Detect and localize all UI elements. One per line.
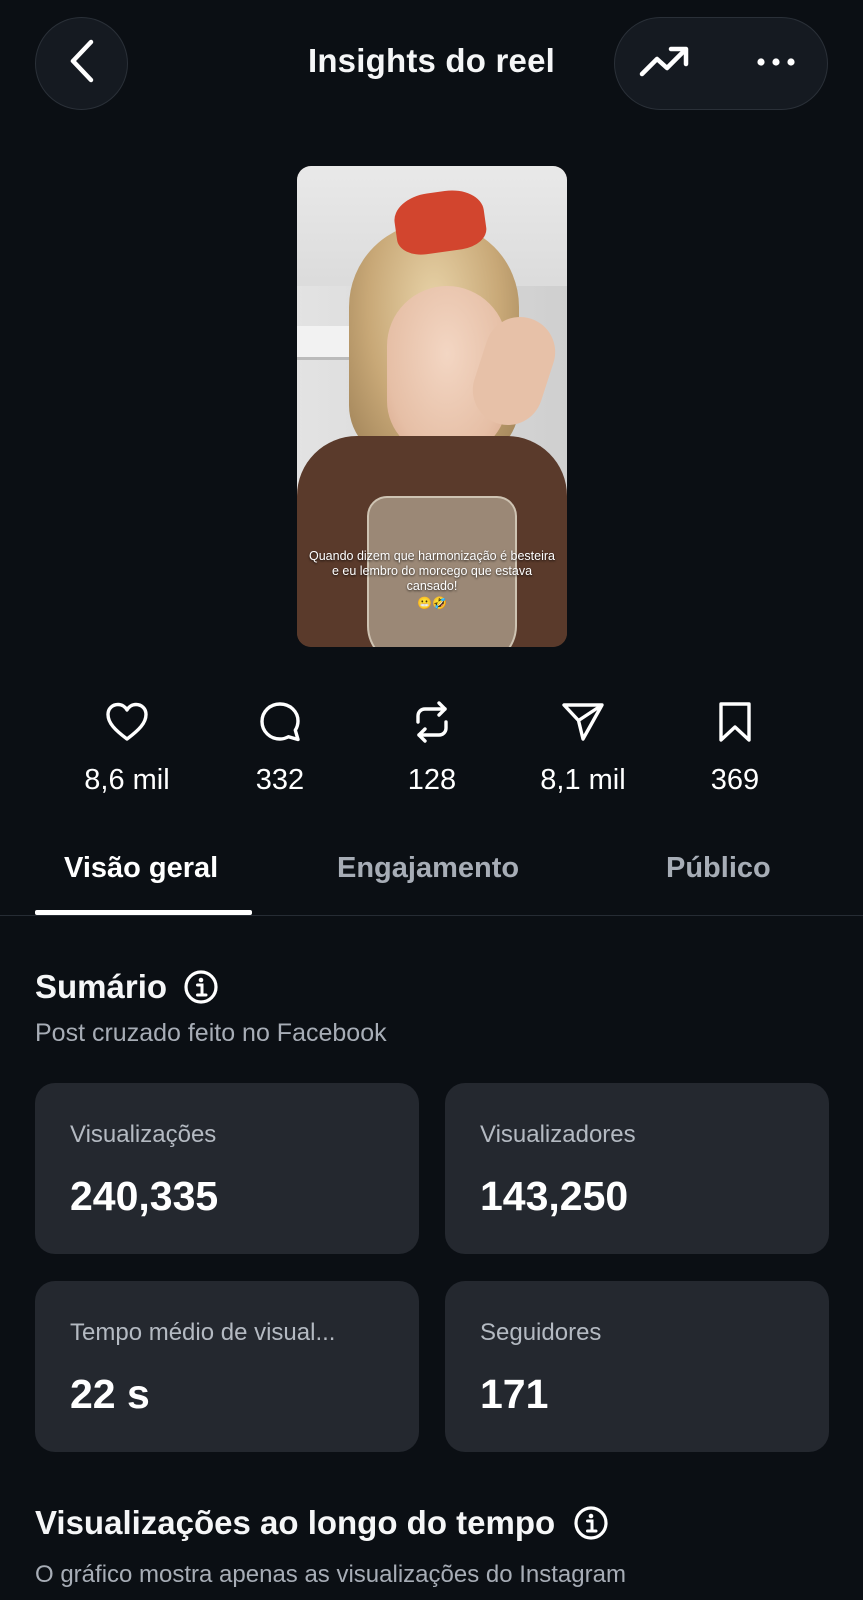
- summary-heading: Sumário: [35, 968, 219, 1006]
- tab-overview[interactable]: Visão geral: [64, 852, 218, 885]
- metric-card-followers[interactable]: Seguidores 171: [445, 1281, 829, 1452]
- stat-likes[interactable]: 8,6 mil: [52, 700, 202, 797]
- metric-label: Tempo médio de visual...: [70, 1319, 336, 1346]
- bookmark-icon: [717, 701, 753, 748]
- header-actions: [614, 17, 828, 110]
- summary-title: Sumário: [35, 968, 168, 1005]
- thumbnail-caption: Quando dizem que harmonização é besteira…: [309, 549, 555, 593]
- trending-up-icon: [639, 44, 689, 83]
- info-icon[interactable]: [183, 969, 219, 1005]
- header: Insights do reel: [0, 0, 863, 130]
- insights-tabs: Visão geral Engajamento Público: [0, 840, 863, 916]
- send-icon: [561, 701, 605, 748]
- comments-count: 332: [255, 764, 305, 796]
- tab-audience[interactable]: Público: [666, 852, 771, 885]
- trending-button[interactable]: [639, 40, 689, 86]
- reel-insights-screen: Insights do reel Quando dizem que harmon…: [0, 0, 863, 1600]
- stats-row: 8,6 mil 332 128 8,1 mil 369: [0, 700, 863, 810]
- metric-label: Seguidores: [480, 1319, 602, 1346]
- heart-icon: [105, 702, 149, 747]
- metric-card-views[interactable]: Visualizações 240,335: [35, 1083, 419, 1254]
- views-over-time-heading: Visualizações ao longo do tempo: [35, 1504, 609, 1542]
- reel-thumbnail[interactable]: Quando dizem que harmonização é besteira…: [297, 166, 567, 647]
- info-icon[interactable]: [573, 1505, 609, 1541]
- thumbnail-emojis: 😬🤣: [417, 596, 447, 610]
- metric-value: 143,250: [480, 1173, 629, 1219]
- metric-value: 22 s: [70, 1371, 150, 1417]
- stat-shares[interactable]: 8,1 mil: [508, 700, 658, 797]
- stat-saves[interactable]: 369: [660, 700, 810, 797]
- more-horizontal-icon: [756, 54, 796, 72]
- metric-card-avg-watch-time[interactable]: Tempo médio de visual... 22 s: [35, 1281, 419, 1452]
- views-over-time-title: Visualizações ao longo do tempo: [35, 1504, 556, 1541]
- saves-count: 369: [710, 764, 760, 796]
- comment-icon: [259, 701, 301, 748]
- tab-engagement[interactable]: Engajamento: [337, 852, 519, 885]
- metric-label: Visualizações: [70, 1121, 217, 1148]
- repost-icon: [412, 700, 452, 749]
- views-over-time-subtitle: O gráfico mostra apenas as visualizações…: [35, 1561, 626, 1588]
- metric-value: 171: [480, 1371, 549, 1417]
- metric-card-viewers[interactable]: Visualizadores 143,250: [445, 1083, 829, 1254]
- more-options-button[interactable]: [751, 40, 801, 86]
- shares-count: 8,1 mil: [540, 764, 626, 796]
- stat-comments[interactable]: 332: [205, 700, 355, 797]
- active-tab-indicator: [35, 910, 252, 915]
- summary-subtitle: Post cruzado feito no Facebook: [35, 1019, 387, 1047]
- metric-label: Visualizadores: [480, 1121, 636, 1148]
- stat-reposts[interactable]: 128: [357, 700, 507, 797]
- metric-value: 240,335: [70, 1173, 219, 1219]
- likes-count: 8,6 mil: [84, 764, 170, 796]
- reposts-count: 128: [407, 764, 457, 796]
